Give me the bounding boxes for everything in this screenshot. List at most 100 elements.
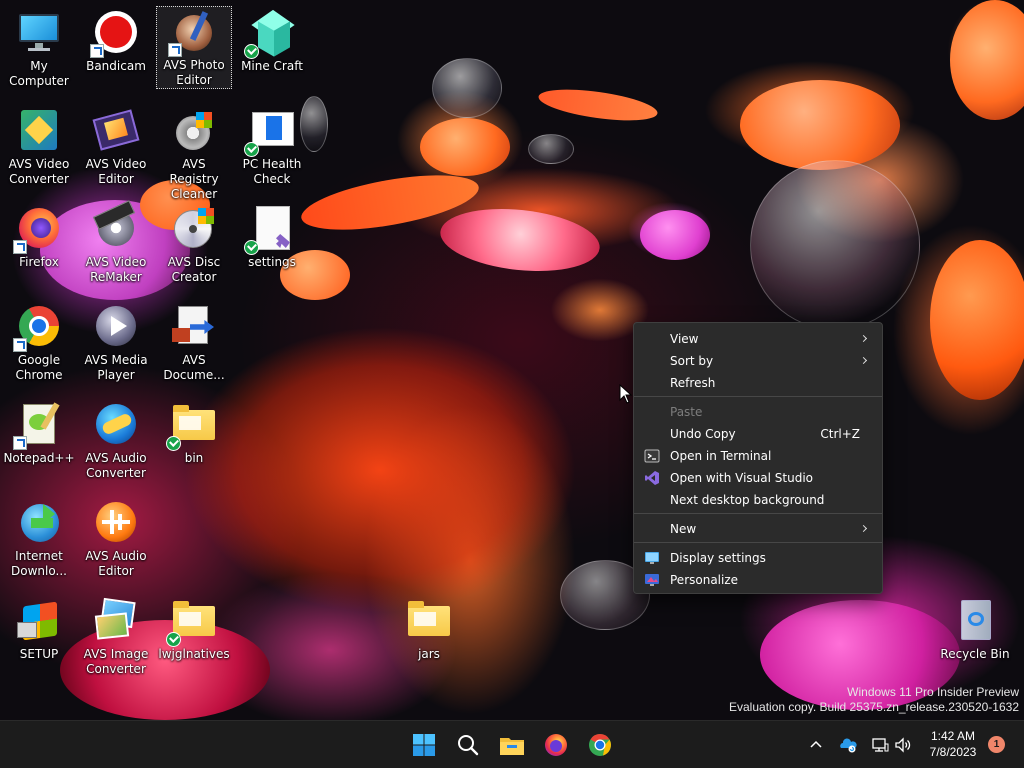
desktop-icon-bandicam[interactable]: Bandicam: [78, 6, 154, 74]
desktop-icon-label: AVS Photo Editor: [163, 58, 225, 87]
desktop-icon-label: Bandicam: [86, 59, 146, 73]
menu-item-label: Sort by: [670, 354, 714, 368]
desktop-icon-recycle-bin[interactable]: Recycle Bin: [937, 594, 1013, 662]
desktop-icon-avs-video-editor[interactable]: AVS Video Editor: [78, 104, 154, 187]
menu-item-refresh[interactable]: Refresh: [638, 372, 878, 394]
desktop-icon-avs-document-converter[interactable]: AVS Docume...: [156, 300, 232, 383]
shortcut-arrow-icon: [13, 436, 27, 450]
desktop-icon-avs-audio-converter[interactable]: AVS Audio Converter: [78, 398, 154, 481]
watermark-build: Evaluation copy. Build 25375.zn_release.…: [729, 700, 1019, 714]
menu-item-undo-copy[interactable]: Undo Copy Ctrl+Z: [638, 423, 878, 445]
menu-item-label: Refresh: [670, 376, 716, 390]
search-button[interactable]: [452, 729, 484, 761]
windows-build-watermark: Windows 11 Pro Insider Preview Evaluatio…: [729, 685, 1019, 715]
start-button[interactable]: [408, 729, 440, 761]
desktop-icon-firefox[interactable]: Firefox: [1, 202, 77, 270]
chevron-up-icon: [810, 740, 822, 748]
chevron-right-icon: [859, 334, 868, 343]
desktop-icon-mine-craft[interactable]: Mine Craft: [234, 6, 310, 74]
network-tray-button[interactable]: [870, 735, 890, 755]
menu-separator: [634, 396, 882, 397]
menu-separator: [634, 513, 882, 514]
avs-registry-cleaner-icon: [170, 106, 218, 154]
avs-audio-converter-icon: [92, 400, 140, 448]
firefox-icon: [13, 204, 63, 254]
desktop-icon-avs-photo-editor[interactable]: AVS Photo Editor: [156, 6, 232, 89]
chrome-taskbar-button[interactable]: [584, 729, 616, 761]
visual-studio-icon: [644, 470, 660, 486]
bandicam-icon: [90, 8, 140, 58]
menu-item-label: Undo Copy: [670, 427, 736, 441]
sync-check-icon: [244, 240, 259, 255]
notepad-plus-plus-icon: [13, 400, 63, 450]
desktop-icon-setup[interactable]: SETUP: [1, 594, 77, 662]
desktop-icon-label: AVS Registry Cleaner: [169, 157, 219, 201]
desktop-icon-settings[interactable]: settings: [234, 202, 310, 270]
desktop-icon-google-chrome[interactable]: Google Chrome: [1, 300, 77, 383]
desktop-icon-notepad-plus-plus[interactable]: Notepad++: [1, 398, 77, 466]
sync-check-icon: [244, 142, 259, 157]
menu-item-personalize[interactable]: Personalize: [638, 569, 878, 591]
pc-health-check-icon: [244, 106, 296, 157]
menu-item-next-desktop-background[interactable]: Next desktop background: [638, 489, 878, 511]
avs-media-player-icon: [92, 302, 140, 350]
desktop-icon-label: Google Chrome: [15, 353, 63, 382]
desktop-icon-my-computer[interactable]: My Computer: [1, 6, 77, 89]
menu-item-label: Paste: [670, 405, 703, 419]
monitor-icon: [15, 8, 63, 56]
show-hidden-icons-button[interactable]: [806, 735, 826, 755]
recycle-bin-icon: [951, 596, 999, 644]
desktop-icon-label: Notepad++: [3, 451, 75, 465]
menu-item-display-settings[interactable]: Display settings: [638, 547, 878, 569]
desktop-icon-avs-media-player[interactable]: AVS Media Player: [78, 300, 154, 383]
volume-tray-button[interactable]: [893, 735, 913, 755]
menu-item-new[interactable]: New: [638, 518, 878, 540]
avs-disc-creator-icon: [170, 204, 218, 252]
notification-badge[interactable]: 1: [988, 736, 1005, 753]
desktop-icon-jars-folder[interactable]: jars: [391, 594, 467, 662]
desktop-icon-label: AVS Media Player: [84, 353, 148, 382]
desktop-icon-internet-download-manager[interactable]: Internet Downlo...: [1, 496, 77, 579]
start-icon: [413, 734, 435, 756]
menu-item-view[interactable]: View: [638, 328, 878, 350]
menu-item-sort-by[interactable]: Sort by: [638, 350, 878, 372]
file-explorer-icon: [500, 738, 524, 755]
desktop-icon-avs-video-remaker[interactable]: AVS Video ReMaker: [78, 200, 154, 285]
sync-check-icon: [166, 632, 181, 647]
desktop-icon-pc-health-check[interactable]: PC Health Check: [234, 104, 310, 187]
desktop-icon-label: My Computer: [9, 59, 69, 88]
avs-document-converter-icon: [170, 302, 218, 350]
file-explorer-button[interactable]: [496, 729, 528, 761]
onedrive-sync-icon: [840, 738, 857, 753]
chrome-icon: [589, 734, 611, 756]
desktop-icon-avs-video-converter[interactable]: AVS Video Converter: [1, 104, 77, 187]
avs-audio-editor-icon: [92, 498, 140, 546]
desktop-context-menu: View Sort by Refresh Paste Undo Copy Ctr…: [633, 322, 883, 594]
personalize-icon: [644, 572, 660, 588]
sync-check-icon: [166, 436, 181, 451]
search-icon: [458, 735, 479, 756]
desktop-icon-label: Firefox: [19, 255, 59, 269]
taskbar-clock[interactable]: 1:42 AM 7/8/2023: [920, 728, 986, 760]
menu-item-label: Next desktop background: [670, 493, 825, 507]
desktop-icon-avs-disc-creator[interactable]: AVS Disc Creator: [156, 202, 232, 285]
menu-item-open-with-visual-studio[interactable]: Open with Visual Studio: [638, 467, 878, 489]
desktop-icon-bin-folder[interactable]: bin: [156, 398, 232, 466]
desktop-icon-lwjglnatives-folder[interactable]: lwjglnatives: [156, 594, 232, 662]
firefox-taskbar-button[interactable]: [540, 729, 572, 761]
onedrive-tray-button[interactable]: [838, 735, 858, 755]
desktop-icon-label: AVS Audio Converter: [85, 451, 147, 480]
menu-item-paste: Paste: [638, 401, 878, 423]
desktop-icon-label: lwjglnatives: [158, 647, 230, 661]
desktop-icon-label: AVS Video Converter: [8, 157, 70, 186]
shortcut-arrow-icon: [13, 338, 27, 352]
terminal-icon: [644, 448, 660, 464]
desktop-icon-label: AVS Video ReMaker: [85, 255, 147, 284]
desktop-icon-avs-image-converter[interactable]: AVS Image Converter: [78, 594, 154, 677]
desktop-icon-avs-audio-editor[interactable]: AVS Audio Editor: [78, 496, 154, 579]
watermark-edition: Windows 11 Pro Insider Preview: [847, 685, 1019, 699]
clock-time: 1:42 AM: [930, 729, 976, 743]
desktop-icon-label: Internet Downlo...: [11, 549, 67, 578]
menu-item-open-in-terminal[interactable]: Open in Terminal: [638, 445, 878, 467]
desktop-icon-avs-registry-cleaner[interactable]: AVS Registry Cleaner: [156, 104, 232, 202]
